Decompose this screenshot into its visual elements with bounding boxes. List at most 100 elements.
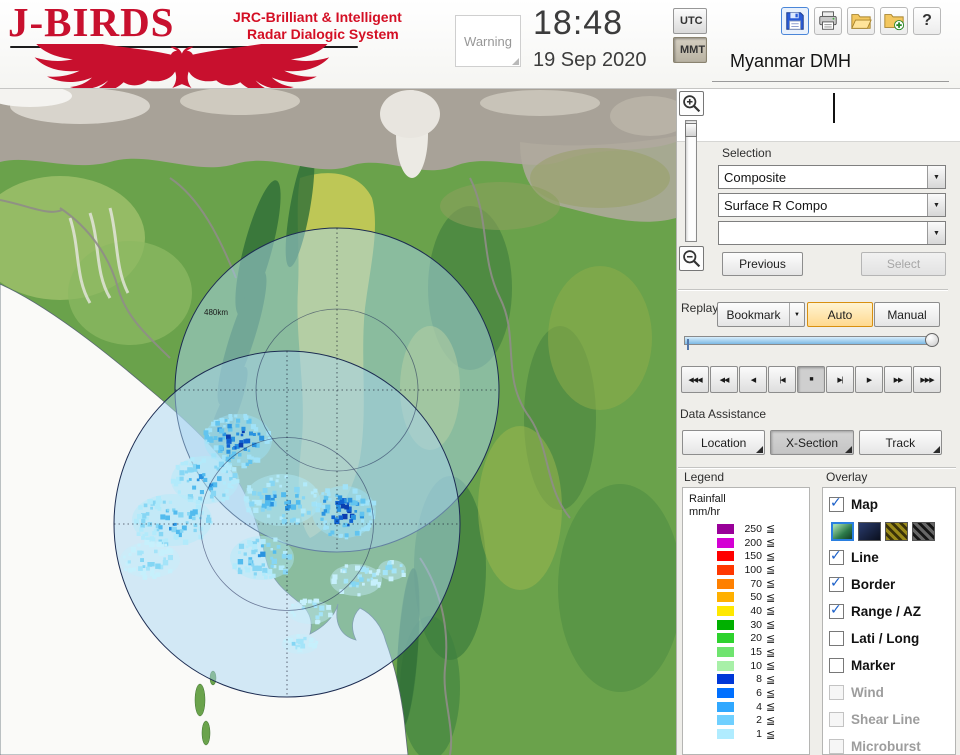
dropdown-value: [719, 222, 927, 244]
legend-value: 15: [750, 646, 762, 659]
bookmark-button[interactable]: Bookmark ▼: [717, 302, 805, 327]
checkbox[interactable]: [829, 685, 844, 700]
map-style-dark[interactable]: [858, 521, 881, 541]
overlay-item-map[interactable]: Map: [829, 491, 949, 518]
chevron-down-icon[interactable]: ▼: [927, 194, 945, 216]
legend-value: 250: [744, 522, 762, 535]
legend-color-swatch: [717, 729, 734, 740]
legend-row: 6 ≦: [717, 686, 803, 700]
playback-skip-start-button[interactable]: ◀◀◀: [681, 366, 709, 393]
legend-color-swatch: [717, 619, 734, 630]
overlay-box: Map Line Border Range / AZ Lati / Long Marker…: [822, 487, 956, 755]
overlay-item-range-az[interactable]: Range / AZ: [829, 598, 949, 625]
overlay-label: Overlay: [826, 470, 868, 484]
legend-color-swatch: [717, 660, 734, 671]
legend-title: Rainfall: [689, 493, 726, 505]
zoom-slider-handle[interactable]: [685, 123, 697, 137]
overlay-item-label: Range / AZ: [851, 604, 922, 619]
legend-color-swatch: [717, 523, 734, 534]
playback-step-forward-button[interactable]: ▶|: [826, 366, 854, 393]
replay-time-slider[interactable]: [684, 333, 940, 350]
playback-play-button[interactable]: ▶: [855, 366, 883, 393]
legend-row: 1 ≦: [717, 727, 803, 741]
legend-value: 100: [744, 563, 762, 576]
less-equal-symbol: ≦: [766, 701, 776, 714]
less-equal-symbol: ≦: [766, 605, 776, 618]
help-button[interactable]: ?: [913, 7, 941, 35]
data-assist-track-button[interactable]: Track: [858, 430, 942, 455]
text-caret: [833, 93, 835, 123]
map-style-terrain[interactable]: [831, 521, 854, 541]
overlay-item-microburst[interactable]: Microburst: [829, 733, 949, 754]
save-button[interactable]: [781, 7, 809, 35]
open-folder-button[interactable]: [847, 7, 875, 35]
zoom-slider[interactable]: [685, 120, 697, 242]
playback-reverse-play-button[interactable]: ◀: [739, 366, 767, 393]
warning-button[interactable]: Warning: [455, 15, 521, 67]
checkbox[interactable]: [829, 574, 844, 592]
overlay-item-label: Wind: [851, 685, 884, 700]
map-style-contour[interactable]: [885, 521, 908, 541]
less-equal-symbol: ≦: [766, 646, 776, 659]
toolbar: ?: [781, 7, 941, 35]
data-assist-x-section-button[interactable]: X-Section: [770, 430, 854, 455]
slider-track[interactable]: [684, 336, 930, 350]
slider-notch: [687, 339, 689, 350]
chevron-down-icon[interactable]: ▼: [927, 222, 945, 244]
checkbox[interactable]: [829, 712, 844, 727]
composite-dropdown[interactable]: Composite ▼: [718, 165, 946, 189]
checkbox[interactable]: [829, 631, 844, 646]
zoom-out-button[interactable]: [679, 246, 704, 271]
export-button[interactable]: [880, 7, 908, 35]
legend-row: 30 ≦: [717, 618, 803, 632]
overlay-item-lati-long[interactable]: Lati / Long: [829, 625, 949, 652]
legend-color-swatch: [717, 674, 734, 685]
less-equal-symbol: ≦: [766, 550, 776, 563]
chevron-down-icon: ▼: [789, 303, 804, 326]
legend-row: 4 ≦: [717, 700, 803, 714]
map-style-grayscale[interactable]: [912, 521, 935, 541]
dropdown-value: Composite: [724, 170, 787, 185]
previous-button[interactable]: Previous: [722, 252, 803, 276]
print-button[interactable]: [814, 7, 842, 35]
manual-replay-button[interactable]: Manual: [874, 302, 940, 327]
select-button[interactable]: Select: [861, 252, 946, 276]
checkbox[interactable]: [829, 494, 844, 512]
less-equal-symbol: ≦: [766, 564, 776, 577]
station-input[interactable]: [677, 88, 960, 142]
overlay-item-border[interactable]: Border: [829, 571, 949, 598]
overlay-options: Map Line Border Range / AZ Lati / Long Marker…: [829, 491, 949, 754]
playback-fast-rewind-button[interactable]: ◀◀: [710, 366, 738, 393]
radar-map[interactable]: 480km: [0, 88, 676, 755]
checkbox[interactable]: [829, 547, 844, 565]
auto-replay-button[interactable]: Auto: [807, 302, 873, 327]
legend-row: 200 ≦: [717, 536, 803, 550]
empty-dropdown[interactable]: ▼: [718, 221, 946, 245]
overlay-item-wind[interactable]: Wind: [829, 679, 949, 706]
overlay-item-line[interactable]: Line: [829, 544, 949, 571]
data-assistance-label: Data Assistance: [680, 407, 767, 421]
export-icon: [884, 14, 905, 31]
product-dropdown[interactable]: Surface R Compo ▼: [718, 193, 946, 217]
chevron-down-icon[interactable]: ▼: [927, 166, 945, 188]
data-assist-location-button[interactable]: Location: [682, 430, 766, 455]
overlay-item-marker[interactable]: Marker: [829, 652, 949, 679]
less-equal-symbol: ≦: [766, 728, 776, 741]
legend-value: 50: [750, 591, 762, 604]
utc-button[interactable]: UTC: [673, 8, 707, 34]
playback-skip-end-button[interactable]: ▶▶▶: [913, 366, 941, 393]
data-assistance-buttons: Location X-Section Track: [682, 430, 942, 455]
checkbox[interactable]: [829, 658, 844, 673]
playback-stop-button[interactable]: ■: [797, 366, 825, 393]
slider-handle[interactable]: [925, 333, 939, 347]
checkbox[interactable]: [829, 739, 844, 754]
legend-row: 10 ≦: [717, 659, 803, 673]
overlay-item-shear-line[interactable]: Shear Line: [829, 706, 949, 733]
playback-step-back-button[interactable]: |◀: [768, 366, 796, 393]
help-icon: ?: [922, 12, 932, 29]
checkbox[interactable]: [829, 601, 844, 619]
playback-fast-forward-button[interactable]: ▶▶: [884, 366, 912, 393]
zoom-in-button[interactable]: [679, 91, 704, 116]
clock-time: 18:48: [533, 4, 624, 42]
mmt-button[interactable]: MMT: [673, 37, 707, 63]
